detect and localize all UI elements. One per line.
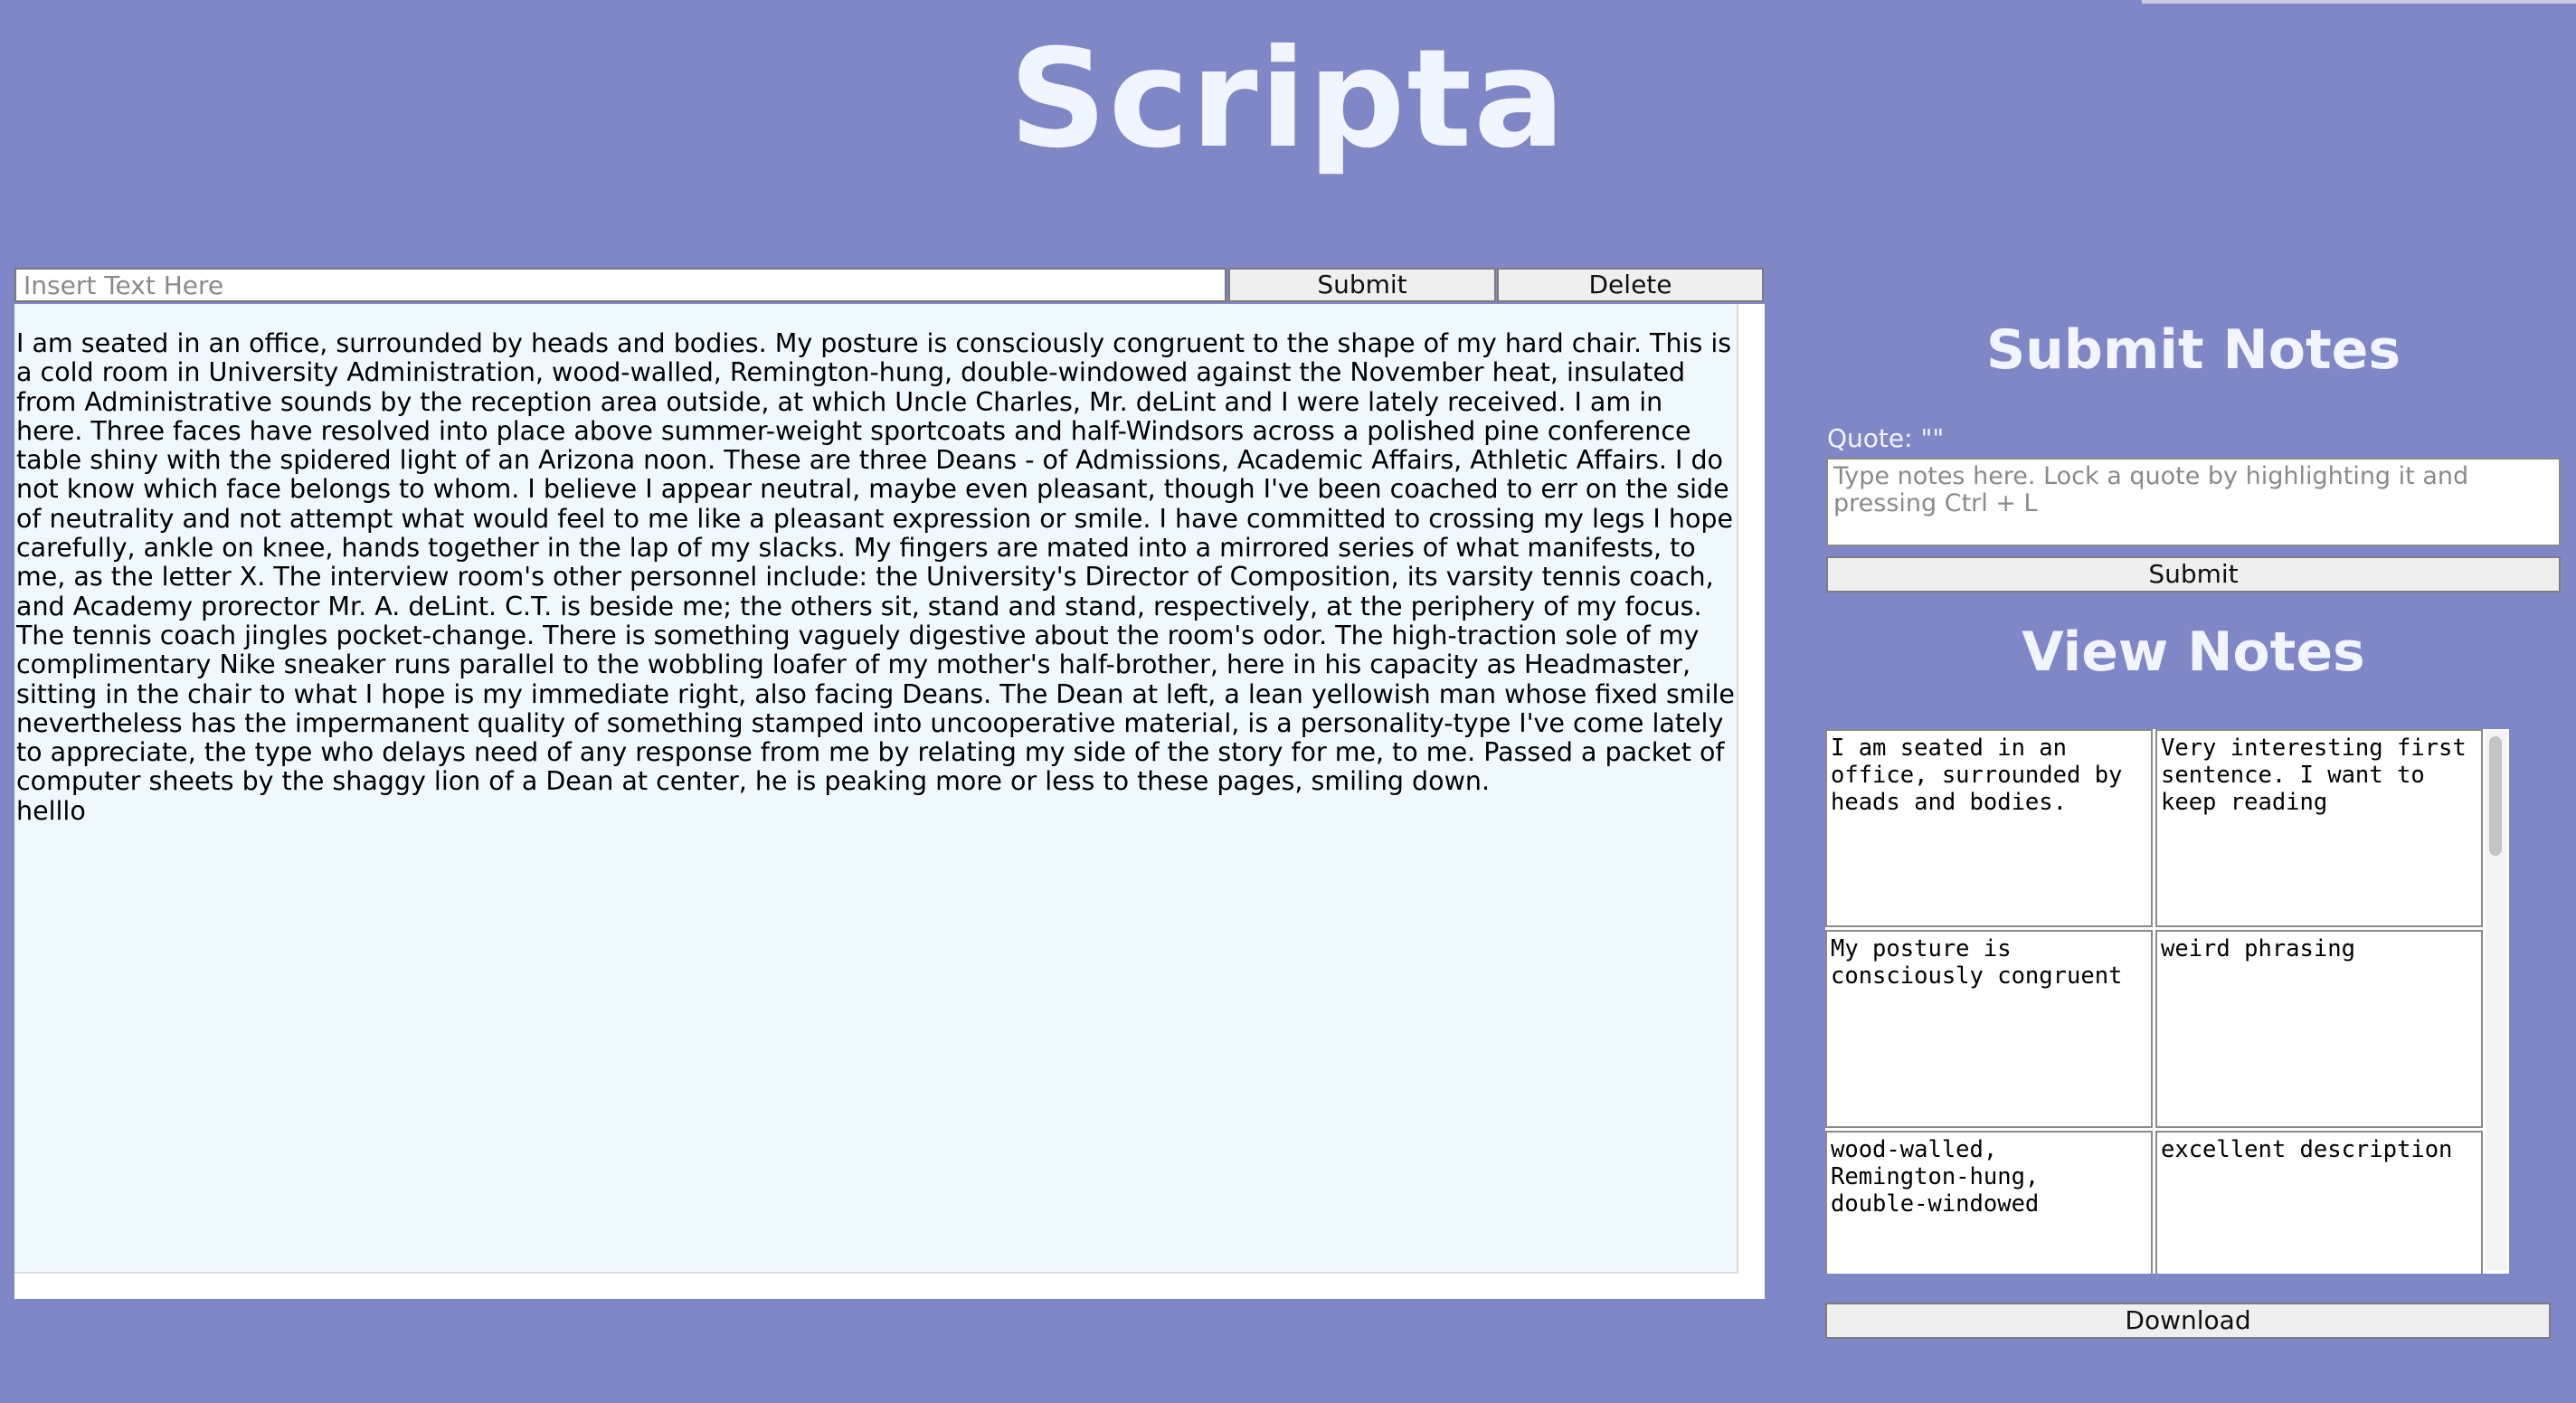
app-title: Scripta [1009, 21, 1567, 178]
note-text-cell[interactable]: excellent description [2155, 1131, 2483, 1274]
note-quote-cell[interactable]: wood-walled, Remington-hung, double-wind… [1825, 1131, 2153, 1274]
notes-grid: I am seated in an office, surrounded by … [1825, 729, 2486, 1274]
submit-text-button[interactable]: Submit [1228, 268, 1496, 302]
insert-text-input[interactable] [14, 268, 1226, 302]
document-text-area[interactable]: I am seated in an office, surrounded by … [14, 304, 1738, 1274]
submit-notes-heading: Submit Notes [1985, 318, 2401, 382]
document-paragraph[interactable]: I am seated in an office, surrounded by … [16, 328, 1737, 797]
submit-notes-button[interactable]: Submit [1826, 556, 2561, 592]
window-edge [2142, 0, 2576, 4]
note-quote-cell[interactable]: My posture is consciously congruent [1825, 930, 2153, 1128]
document-paragraph[interactable]: helllo [16, 796, 1737, 826]
notes-scrollbar-thumb[interactable] [2489, 736, 2502, 856]
note-text-cell[interactable]: weird phrasing [2155, 930, 2483, 1128]
quote-label: Quote: "" [1827, 423, 1945, 453]
note-quote-cell[interactable]: I am seated in an office, surrounded by … [1825, 729, 2153, 927]
view-notes-heading: View Notes [2022, 621, 2365, 684]
delete-button[interactable]: Delete [1497, 268, 1764, 302]
editor-frame: I am seated in an office, surrounded by … [14, 304, 1765, 1299]
notes-input[interactable] [1826, 458, 2561, 546]
download-button[interactable]: Download [1825, 1303, 2551, 1339]
notes-list[interactable]: I am seated in an office, surrounded by … [1825, 729, 2509, 1274]
note-text-cell[interactable]: Very interesting first sentence. I want … [2155, 729, 2483, 927]
